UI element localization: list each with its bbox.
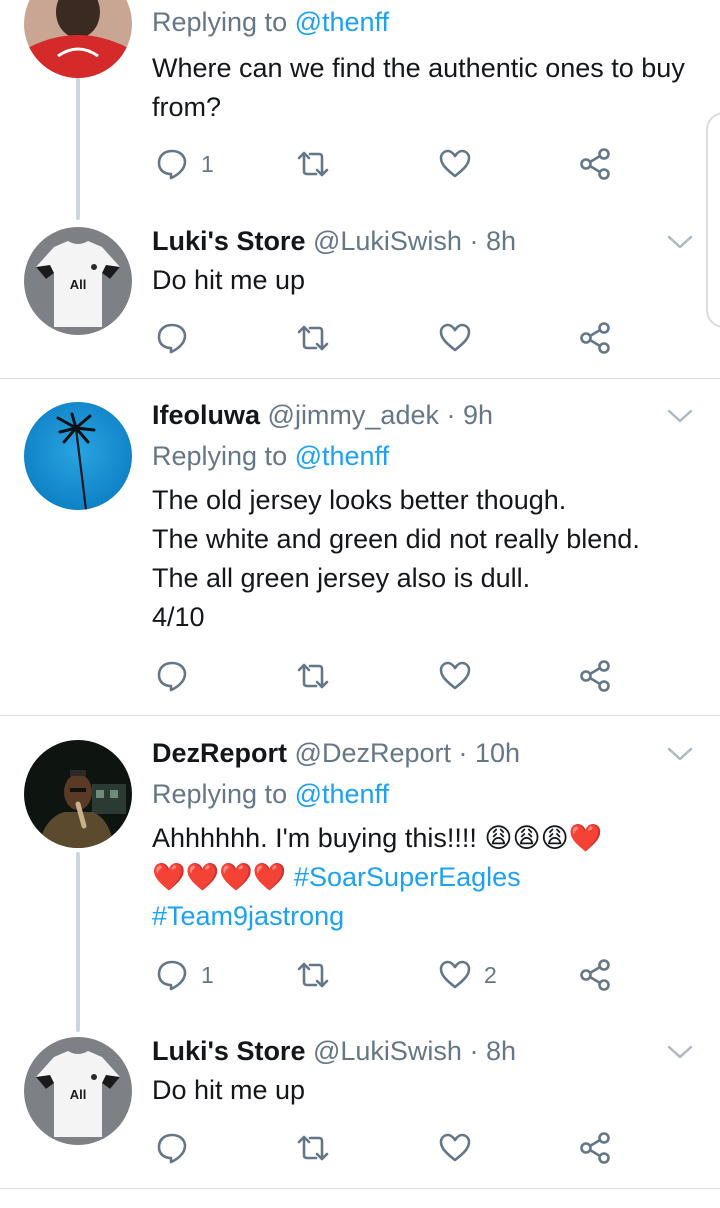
chevron-down-icon[interactable] — [666, 744, 694, 764]
share-icon — [580, 148, 610, 180]
timestamp[interactable]: · 8h — [469, 1036, 516, 1066]
hashtag-link[interactable]: #Team9jastrong — [152, 901, 344, 931]
tweet-text: Ahhhhhh. I'm buying this!!!! 😩😩😩❤️ ❤️❤️❤… — [152, 819, 697, 936]
avatar[interactable]: All — [24, 227, 132, 335]
tweet-text-prefix: Ahhhhhh. I'm buying this!!!! — [152, 823, 485, 853]
jersey-text: All — [70, 277, 87, 292]
tweet-header: DezReport @DezReport · 10h — [152, 735, 520, 771]
reply-count: 1 — [201, 961, 214, 988]
reply-count: 1 — [201, 150, 214, 177]
like-icon — [439, 661, 471, 690]
replying-to-label: Replying to — [152, 7, 295, 37]
like-count: 2 — [484, 961, 497, 988]
like-button[interactable]: 2 — [438, 955, 497, 995]
like-icon — [439, 149, 471, 178]
like-button[interactable] — [438, 318, 484, 358]
floating-scroll-card — [706, 112, 720, 328]
replying-to: Replying to @thenff — [152, 776, 389, 812]
retweet-button[interactable] — [296, 1128, 330, 1168]
share-icon — [580, 660, 610, 692]
jersey-text: All — [70, 1087, 87, 1102]
reply-icon — [157, 1133, 187, 1164]
handle[interactable]: @jimmy_adek — [268, 400, 439, 430]
share-icon — [580, 1132, 610, 1164]
mention-link[interactable]: @thenff — [295, 779, 389, 809]
display-name[interactable]: DezReport — [152, 738, 287, 768]
retweet-icon — [297, 151, 329, 177]
avatar[interactable] — [24, 0, 132, 78]
tweet-header: Luki's Store @LukiSwish · 8h — [152, 223, 516, 259]
like-button[interactable] — [438, 144, 484, 184]
reply-button[interactable]: 1 — [155, 955, 214, 995]
emoji-group: 😩😩😩❤️ — [484, 823, 603, 853]
share-button[interactable] — [578, 1128, 612, 1168]
share-icon — [580, 322, 610, 354]
like-button[interactable] — [438, 656, 484, 696]
tweet-header: Ifeoluwa @jimmy_adek · 9h — [152, 397, 493, 433]
timestamp[interactable]: · 9h — [447, 400, 494, 430]
like-icon — [439, 323, 471, 352]
retweet-icon — [297, 1135, 329, 1161]
divider — [0, 1188, 720, 1189]
chevron-down-icon[interactable] — [666, 1042, 694, 1062]
tweet-text-line: ❤️❤️❤️❤️ #SoarSuperEagles — [152, 858, 697, 897]
tweet-text: The old jersey looks better though. The … — [152, 485, 640, 632]
mention-link[interactable]: @thenff — [295, 441, 389, 471]
retweet-button[interactable] — [296, 318, 330, 358]
display-name[interactable]: Ifeoluwa — [152, 400, 260, 430]
share-icon — [580, 959, 610, 991]
avatar[interactable]: All — [24, 1037, 132, 1145]
retweet-button[interactable] — [296, 656, 330, 696]
reply-icon — [157, 323, 187, 354]
divider — [0, 378, 720, 379]
reply-icon — [157, 149, 187, 180]
display-name[interactable]: Luki's Store — [152, 1036, 305, 1066]
replying-to-label: Replying to — [152, 441, 295, 471]
retweet-button[interactable] — [296, 955, 330, 995]
tweet-text: Where can we find the authentic ones to … — [152, 53, 685, 122]
chevron-down-icon[interactable] — [666, 232, 694, 252]
divider — [0, 715, 720, 716]
mention-link[interactable]: @thenff — [295, 7, 389, 37]
tweet-text: Do hit me up — [152, 265, 306, 295]
handle[interactable]: @DezReport — [295, 738, 451, 768]
replying-to: Replying to @thenff — [152, 4, 389, 40]
retweet-button[interactable] — [296, 144, 330, 184]
share-button[interactable] — [578, 318, 612, 358]
tweet-header: Luki's Store @LukiSwish · 8h — [152, 1033, 516, 1069]
emoji-group: ❤️❤️❤️❤️ — [152, 862, 287, 892]
like-icon — [439, 1133, 471, 1162]
tweet-text: Do hit me up — [152, 1075, 306, 1105]
tweet-text-line: #Team9jastrong — [152, 897, 697, 936]
thread-line — [76, 70, 80, 220]
reply-icon — [157, 960, 187, 991]
display-name[interactable]: Luki's Store — [152, 226, 305, 256]
reply-button[interactable] — [155, 318, 201, 358]
tweet-text-line: Ahhhhhh. I'm buying this!!!! 😩😩😩❤️ — [152, 819, 697, 858]
share-button[interactable] — [578, 955, 612, 995]
replying-to: Replying to @thenff — [152, 438, 389, 474]
like-icon — [439, 960, 471, 989]
hashtag-link[interactable]: #SoarSuperEagles — [294, 862, 521, 892]
handle[interactable]: @LukiSwish — [313, 1036, 462, 1066]
thread-line — [76, 852, 80, 1032]
retweet-icon — [297, 325, 329, 351]
like-button[interactable] — [438, 1128, 484, 1168]
reply-button[interactable]: 1 — [155, 144, 214, 184]
timestamp[interactable]: · 8h — [469, 226, 516, 256]
reply-icon — [157, 661, 187, 692]
handle[interactable]: @LukiSwish — [313, 226, 462, 256]
reply-button[interactable] — [155, 1128, 201, 1168]
replying-to-label: Replying to — [152, 779, 295, 809]
share-button[interactable] — [578, 144, 612, 184]
retweet-icon — [297, 962, 329, 988]
retweet-icon — [297, 663, 329, 689]
reply-button[interactable] — [155, 656, 201, 696]
chevron-down-icon[interactable] — [666, 406, 694, 426]
share-button[interactable] — [578, 656, 612, 696]
timestamp[interactable]: · 10h — [459, 738, 521, 768]
avatar[interactable] — [24, 402, 132, 510]
avatar[interactable] — [24, 740, 132, 848]
